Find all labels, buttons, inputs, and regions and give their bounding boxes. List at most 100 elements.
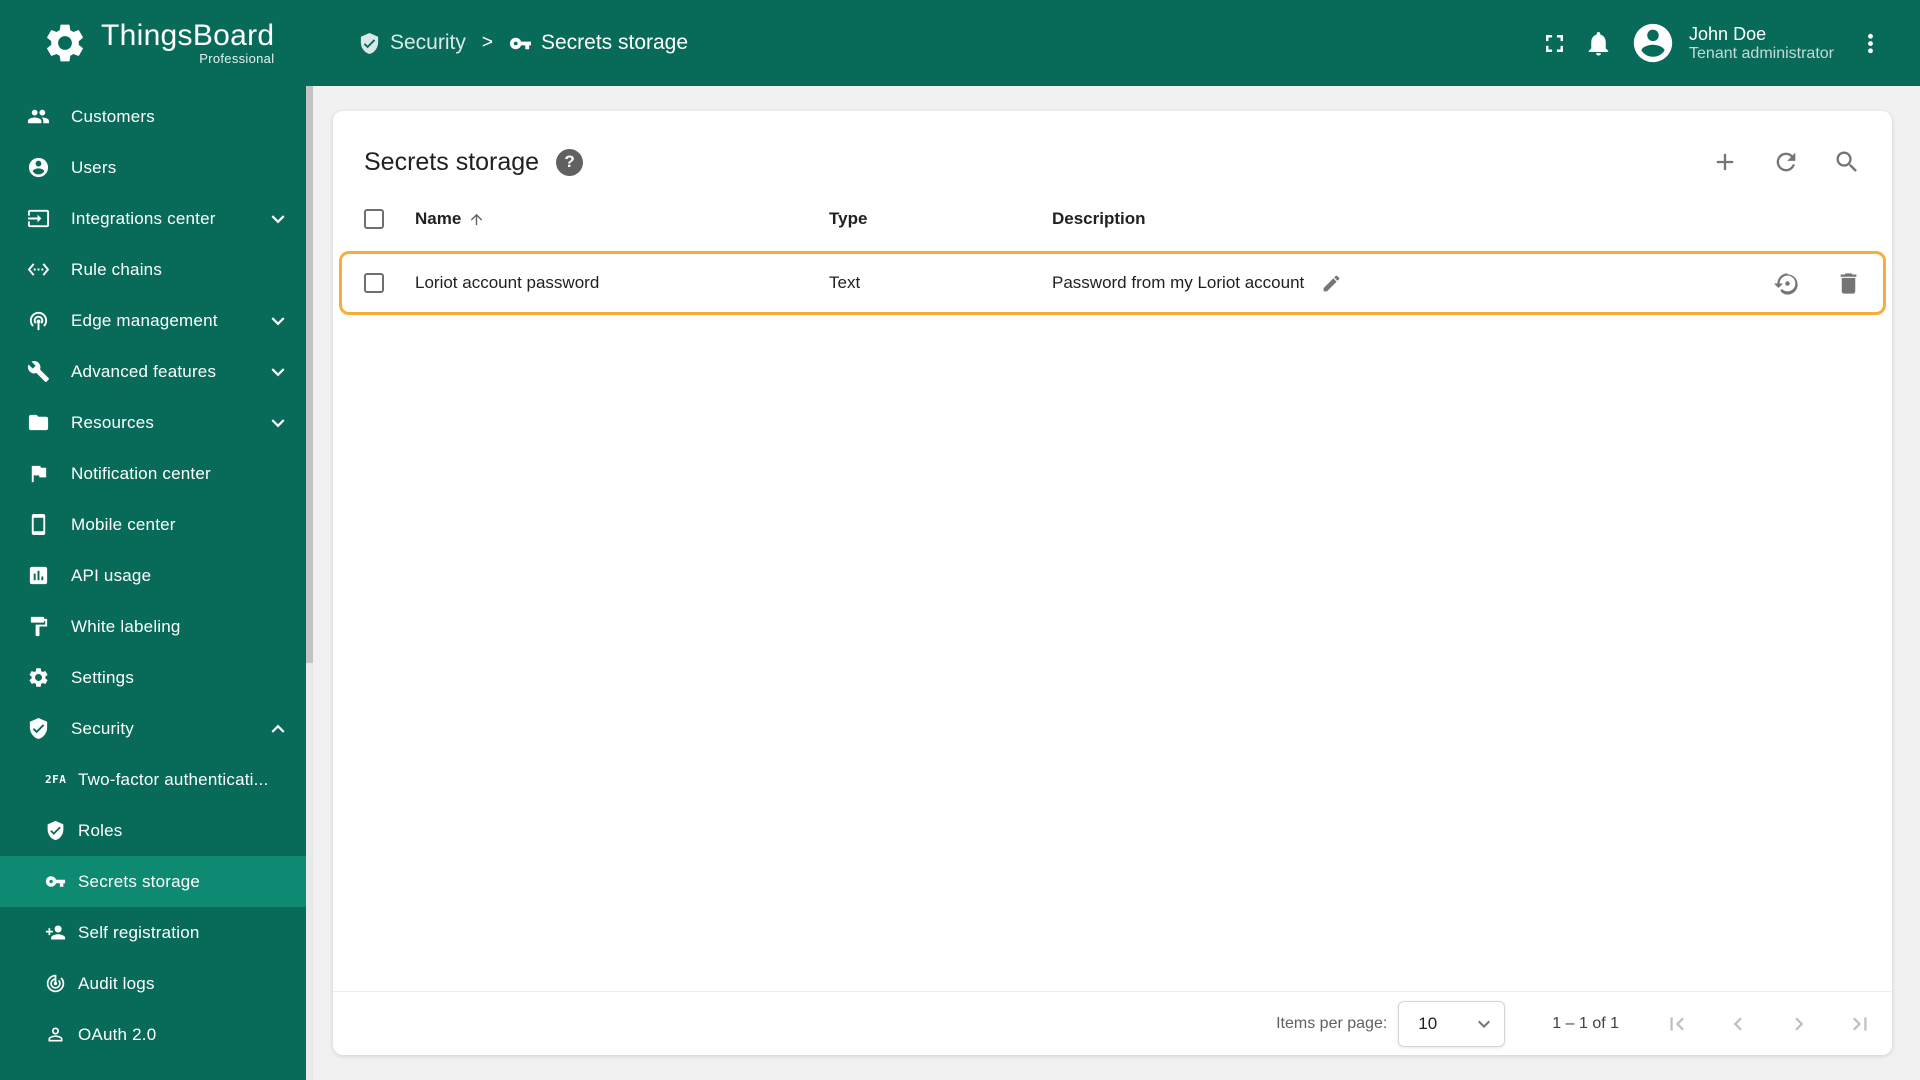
row-description: Password from my Loriot account [1052,273,1305,292]
main-content: Secrets storage ? Name Type Description … [313,86,1920,1080]
key-icon [509,32,532,55]
sidebar-item-advanced-features[interactable]: Advanced features [0,346,313,397]
sidebar-item-secrets-storage[interactable]: Secrets storage [0,856,313,907]
page-title: Secrets storage [364,147,540,176]
help-button[interactable]: ? [556,148,584,176]
user-menu-button[interactable] [1848,21,1892,65]
sidebar-item-label: Advanced features [71,361,217,381]
chevron-down-icon [1472,1012,1496,1036]
sidebar-item-api-usage[interactable]: API usage [0,550,313,601]
refresh-icon [1772,148,1800,176]
sidebar-item-rule-chains[interactable]: Rule chains [0,244,313,295]
update-secret-button[interactable] [1773,269,1801,297]
chevron-down-icon [265,410,291,436]
customers-icon [27,105,50,128]
sidebar-item-mobile-center[interactable]: Mobile center [0,499,313,550]
last-page-icon [1847,1011,1873,1037]
sidebar-item-resources[interactable]: Resources [0,397,313,448]
person-add-icon [45,922,66,943]
notifications-button[interactable] [1576,21,1620,65]
previous-page-button[interactable] [1718,1004,1758,1044]
sidebar-item-label: Secrets storage [78,871,201,891]
mobile-center-icon [27,513,50,536]
sidebar-item-label: Users [71,157,117,177]
plus-icon [1711,148,1739,176]
sidebar-item-label: Edge management [71,310,218,330]
sidebar-item-security[interactable]: Security [0,703,313,754]
security-shield-icon [27,717,50,740]
table-row[interactable]: Loriot account password Text Password fr… [339,251,1886,315]
column-header-name[interactable]: Name [415,209,829,229]
pencil-icon [1321,273,1342,294]
sidebar-item-edge-management[interactable]: Edge management [0,295,313,346]
column-header-type-label: Type [829,209,868,228]
sidebar-item-label: Audit logs [78,973,155,993]
column-header-description-label: Description [1052,209,1146,228]
app-header: ThingsBoard Professional Security > Secr… [0,0,1920,86]
delete-secret-button[interactable] [1834,269,1862,297]
chevron-up-icon [265,716,291,742]
backup-restore-icon [1774,270,1801,297]
sidebar-item-label: Roles [78,820,123,840]
sidebar-item-two-factor-authentication[interactable]: 2FA Two-factor authenticati... [0,754,313,805]
sidebar-scrollbar-thumb[interactable] [306,86,313,663]
sidebar-item-settings[interactable]: Settings [0,652,313,703]
oauth-icon [45,1024,66,1045]
sidebar-item-oauth[interactable]: OAuth 2.0 [0,1009,313,1060]
card-header: Secrets storage ? [333,111,1892,177]
add-secret-button[interactable] [1710,147,1740,177]
breadcrumb-separator: > [481,32,493,53]
breadcrumb-secrets-storage-label: Secrets storage [540,31,689,54]
sidebar-item-label: Resources [71,412,155,432]
app-logo: ThingsBoard Professional [0,18,313,66]
sidebar-item-white-labeling[interactable]: White labeling [0,601,313,652]
sidebar-item-users[interactable]: Users [0,142,313,193]
row-type: Text [829,273,861,292]
user-avatar[interactable] [1630,20,1676,66]
column-header-description[interactable]: Description [1052,209,1862,229]
row-checkbox[interactable] [364,273,384,293]
sidebar-item-integrations-center[interactable]: Integrations center [0,193,313,244]
sidebar-item-label: White labeling [71,616,181,636]
user-info: John Doe Tenant administrator [1689,23,1834,64]
app-title: ThingsBoard [101,18,275,52]
select-all-checkbox[interactable] [364,209,384,229]
sidebar-scrollbar[interactable] [306,86,313,1080]
sidebar-item-label: OAuth 2.0 [78,1024,157,1044]
sidebar-item-roles[interactable]: Roles [0,805,313,856]
sidebar-item-self-registration[interactable]: Self registration [0,907,313,958]
gear-icon [27,666,50,689]
white-labeling-icon [27,615,50,638]
sidebar-item-label: Notification center [71,463,211,483]
chevron-right-icon [1786,1011,1812,1037]
search-button[interactable] [1832,147,1862,177]
sidebar-item-label: Mobile center [71,514,176,534]
help-glyph: ? [564,152,575,171]
sidebar-item-customers[interactable]: Customers [0,91,313,142]
key-icon [45,871,66,892]
audit-logs-icon [45,973,66,994]
two-factor-icon: 2FA [45,773,67,786]
page-range-label: 1 – 1 of 1 [1552,1014,1619,1032]
column-header-type[interactable]: Type [829,209,1052,229]
sidebar-item-notification-center[interactable]: Notification center [0,448,313,499]
next-page-button[interactable] [1779,1004,1819,1044]
edit-description-button[interactable] [1319,271,1343,295]
chevron-down-icon [265,359,291,385]
advanced-features-icon [27,360,50,383]
sort-ascending-icon [468,211,485,228]
column-header-name-label: Name [415,209,462,228]
breadcrumb-security[interactable]: Security [358,31,466,55]
sidebar-item-audit-logs[interactable]: Audit logs [0,958,313,1009]
users-icon [27,156,50,179]
header-actions: John Doe Tenant administrator [1532,20,1920,66]
refresh-button[interactable] [1771,147,1801,177]
thingsboard-logo-icon [42,20,88,66]
first-page-button[interactable] [1657,1004,1697,1044]
last-page-button[interactable] [1840,1004,1880,1044]
page-size-select[interactable]: 10 [1398,1000,1506,1047]
sidebar-item-label: Integrations center [71,208,216,228]
fullscreen-button[interactable] [1532,21,1576,65]
chevron-down-icon [265,308,291,334]
bell-icon [1584,29,1613,58]
